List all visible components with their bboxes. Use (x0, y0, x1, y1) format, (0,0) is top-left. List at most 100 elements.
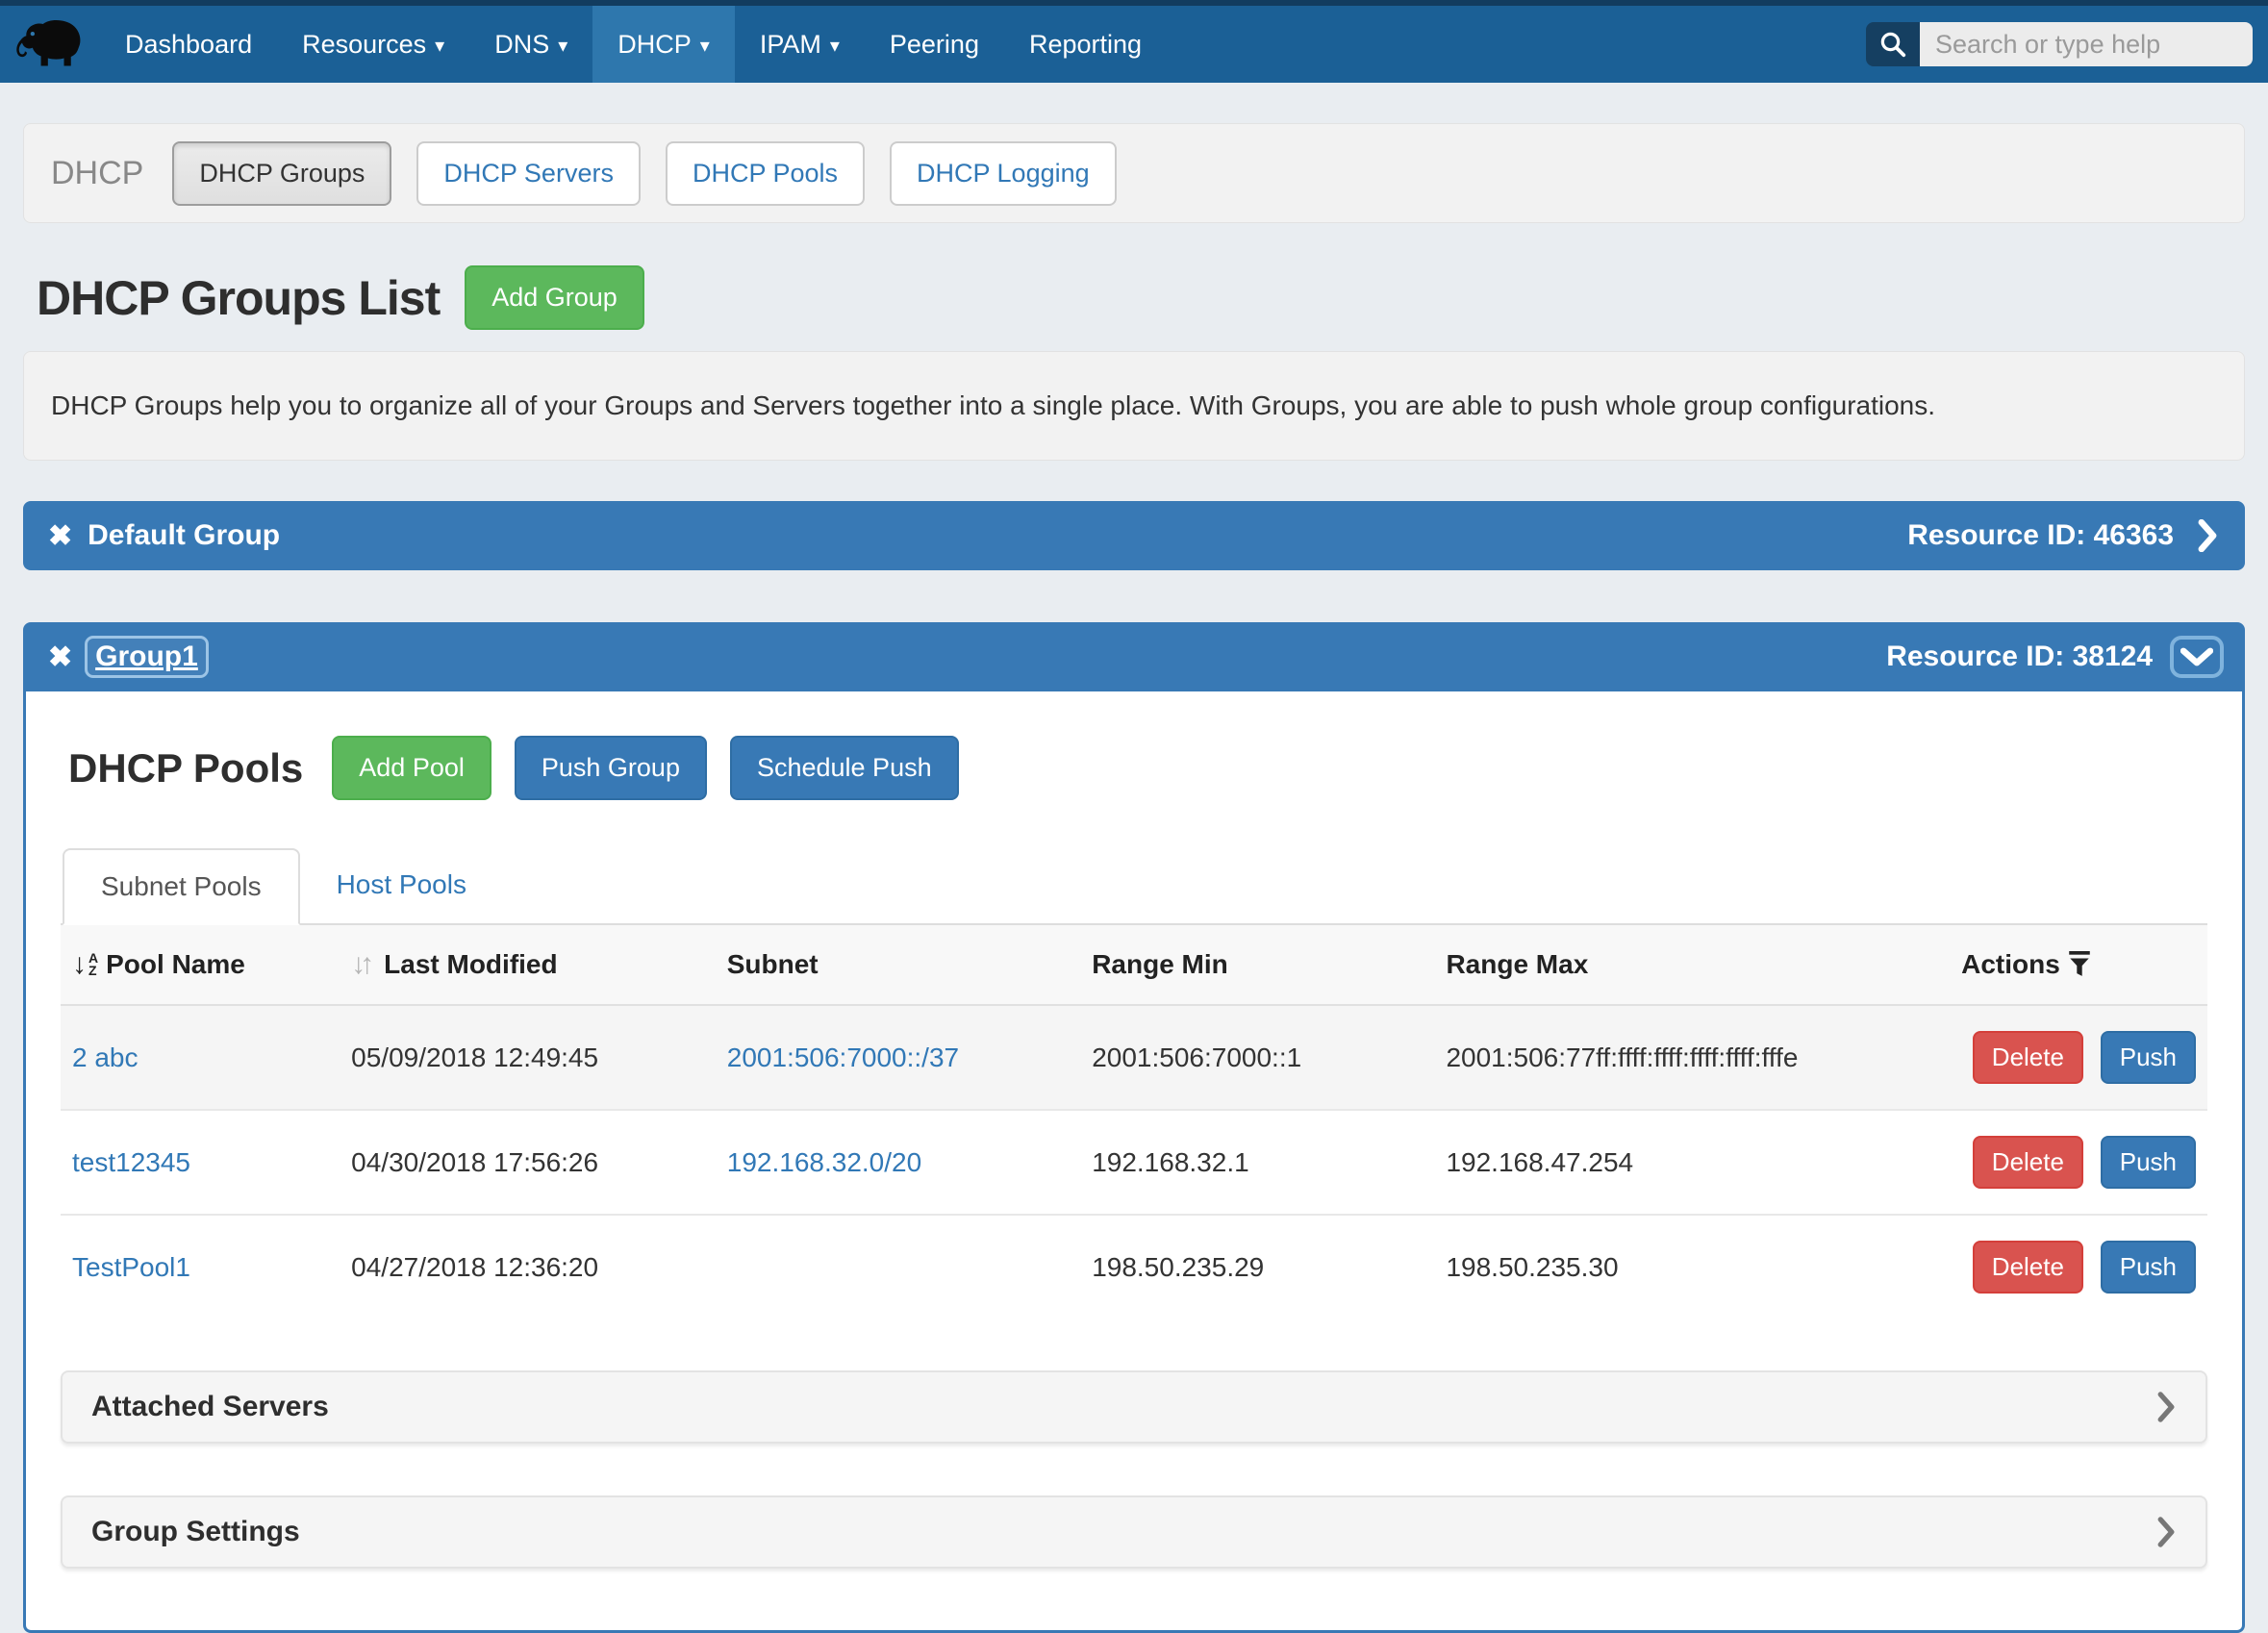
sort-az-icon[interactable]: ↓ A Z (72, 948, 98, 981)
range-max-value: 192.168.47.254 (1446, 1147, 1633, 1177)
pool-name-link[interactable]: TestPool1 (72, 1252, 190, 1282)
group-name-link[interactable]: Group1 (88, 639, 206, 675)
description-panel: DHCP Groups help you to organize all of … (23, 351, 2245, 461)
col-header-pool-name[interactable]: Pool Name (106, 949, 245, 980)
nav-item-peering[interactable]: Peering (865, 6, 1004, 83)
tab-subnet-pools[interactable]: Subnet Pools (63, 848, 300, 925)
nav-label: Dashboard (125, 30, 252, 60)
search-button[interactable] (1866, 22, 1920, 66)
nav-spacer (1167, 6, 1866, 83)
group-bar-default-group[interactable]: ✖ Default Group Resource ID: 46363 (23, 501, 2245, 570)
description-text: DHCP Groups help you to organize all of … (51, 390, 1935, 420)
range-min-value: 192.168.32.1 (1092, 1147, 1249, 1177)
nav-label: Reporting (1029, 30, 1142, 60)
pools-title: DHCP Pools (68, 745, 303, 791)
search-icon (1878, 30, 1907, 59)
resource-id: Resource ID: 46363 (1907, 519, 2174, 552)
subnet-link[interactable]: 2001:506:7000::/37 (727, 1043, 959, 1072)
accordion-label: Attached Servers (91, 1391, 329, 1423)
nav-item-reporting[interactable]: Reporting (1004, 6, 1167, 83)
chevron-right-icon (2155, 1517, 2177, 1547)
accordion-label: Group Settings (91, 1516, 300, 1548)
sort-arrow: ↓ (72, 948, 87, 981)
nav-label: Resources (302, 30, 426, 60)
group-name: Default Group (88, 519, 280, 552)
delete-button[interactable]: Delete (1973, 1031, 2083, 1084)
nav-item-dashboard[interactable]: Dashboard (100, 6, 277, 83)
close-icon[interactable]: ✖ (48, 519, 72, 553)
table-header-row: ↓ A Z Pool Name ↓↑ Last M (61, 925, 2207, 1005)
col-header-range-min: Range Min (1092, 949, 1228, 979)
push-button[interactable]: Push (2101, 1136, 2196, 1189)
add-group-button[interactable]: Add Group (465, 265, 644, 330)
pools-tabs: Subnet Pools Host Pools (61, 846, 2207, 925)
subnav-label: DHCP (51, 155, 143, 192)
caret-down-icon: ▾ (700, 33, 710, 56)
tab-dhcp-groups[interactable]: DHCP Groups (172, 141, 391, 206)
subnet-pools-table: ↓ A Z Pool Name ↓↑ Last M (61, 925, 2207, 1319)
chevron-right-icon (2155, 1392, 2177, 1422)
subnet-link[interactable]: 192.168.32.0/20 (727, 1147, 921, 1177)
title-row: DHCP Groups List Add Group (37, 265, 2245, 330)
range-max-value: 198.50.235.30 (1446, 1252, 1618, 1282)
mammoth-logo-icon (13, 16, 87, 72)
resource-id: Resource ID: 38124 (1886, 641, 2153, 673)
caret-down-icon: ▾ (830, 33, 840, 56)
tab-dhcp-pools[interactable]: DHCP Pools (666, 141, 865, 206)
pool-name-link[interactable]: 2 abc (72, 1043, 139, 1072)
pool-name-link[interactable]: test12345 (72, 1147, 190, 1177)
accordion-attached-servers[interactable]: Attached Servers (61, 1370, 2207, 1444)
nav-label: DNS (494, 30, 549, 60)
col-header-actions: Actions (1961, 949, 2060, 980)
range-min-value: 198.50.235.29 (1092, 1252, 1264, 1282)
pools-header: DHCP Pools Add Pool Push Group Schedule … (68, 736, 2207, 800)
close-icon[interactable]: ✖ (48, 641, 72, 674)
table-row: TestPool1 04/27/2018 12:36:20 198.50.235… (61, 1215, 2207, 1319)
caret-down-icon: ▾ (558, 33, 567, 56)
table-row: test12345 04/30/2018 17:56:26 192.168.32… (61, 1110, 2207, 1215)
nav-item-resources[interactable]: Resources ▾ (277, 6, 469, 83)
col-header-range-max: Range Max (1446, 949, 1588, 979)
range-min-value: 2001:506:7000::1 (1092, 1043, 1301, 1072)
tab-host-pools[interactable]: Host Pools (300, 848, 503, 925)
tab-dhcp-logging[interactable]: DHCP Logging (890, 141, 1117, 206)
nav-item-dns[interactable]: DNS ▾ (469, 6, 592, 83)
accordion-group-settings[interactable]: Group Settings (61, 1495, 2207, 1569)
collapse-chevron-down-icon[interactable] (2174, 640, 2220, 674)
expand-chevron-right-icon[interactable] (2195, 519, 2220, 552)
navbar: Dashboard Resources ▾ DNS ▾ DHCP ▾ IPAM … (0, 6, 2268, 83)
searchbar (1866, 6, 2253, 83)
caret-down-icon: ▾ (435, 33, 444, 56)
search-input[interactable] (1920, 22, 2253, 66)
nav-label: Peering (890, 30, 979, 60)
nav-items: Dashboard Resources ▾ DNS ▾ DHCP ▾ IPAM … (100, 6, 1167, 83)
add-pool-button[interactable]: Add Pool (332, 736, 491, 800)
nav-item-ipam[interactable]: IPAM ▾ (735, 6, 865, 83)
push-button[interactable]: Push (2101, 1031, 2196, 1084)
page-content: DHCP DHCP Groups DHCP Servers DHCP Pools… (0, 83, 2268, 1633)
group-bar-group1[interactable]: ✖ Group1 Resource ID: 38124 (23, 622, 2245, 691)
table-row: 2 abc 05/09/2018 12:49:45 2001:506:7000:… (61, 1005, 2207, 1110)
sort-updown-icon[interactable]: ↓↑ (351, 948, 368, 981)
last-modified-value: 05/09/2018 12:49:45 (351, 1043, 598, 1072)
col-header-subnet: Subnet (727, 949, 819, 979)
tab-dhcp-servers[interactable]: DHCP Servers (416, 141, 641, 206)
delete-button[interactable]: Delete (1973, 1241, 2083, 1294)
nav-label: DHCP (617, 30, 692, 60)
push-button[interactable]: Push (2101, 1241, 2196, 1294)
dhcp-subnav: DHCP DHCP Groups DHCP Servers DHCP Pools… (23, 123, 2245, 223)
schedule-push-button[interactable]: Schedule Push (730, 736, 959, 800)
nav-item-dhcp[interactable]: DHCP ▾ (592, 6, 735, 83)
last-modified-value: 04/30/2018 17:56:26 (351, 1147, 598, 1177)
group1-expanded-panel: DHCP Pools Add Pool Push Group Schedule … (23, 691, 2245, 1633)
col-header-last-modified[interactable]: Last Modified (384, 949, 557, 980)
push-group-button[interactable]: Push Group (515, 736, 707, 800)
filter-funnel-icon[interactable] (2068, 951, 2091, 978)
nav-label: IPAM (760, 30, 821, 60)
range-max-value: 2001:506:77ff:ffff:ffff:ffff:ffff:fffe (1446, 1043, 1798, 1072)
last-modified-value: 04/27/2018 12:36:20 (351, 1252, 598, 1282)
brand-logo[interactable] (0, 6, 100, 83)
delete-button[interactable]: Delete (1973, 1136, 2083, 1189)
sort-letter-z: Z (88, 965, 98, 977)
page-title: DHCP Groups List (37, 270, 440, 326)
